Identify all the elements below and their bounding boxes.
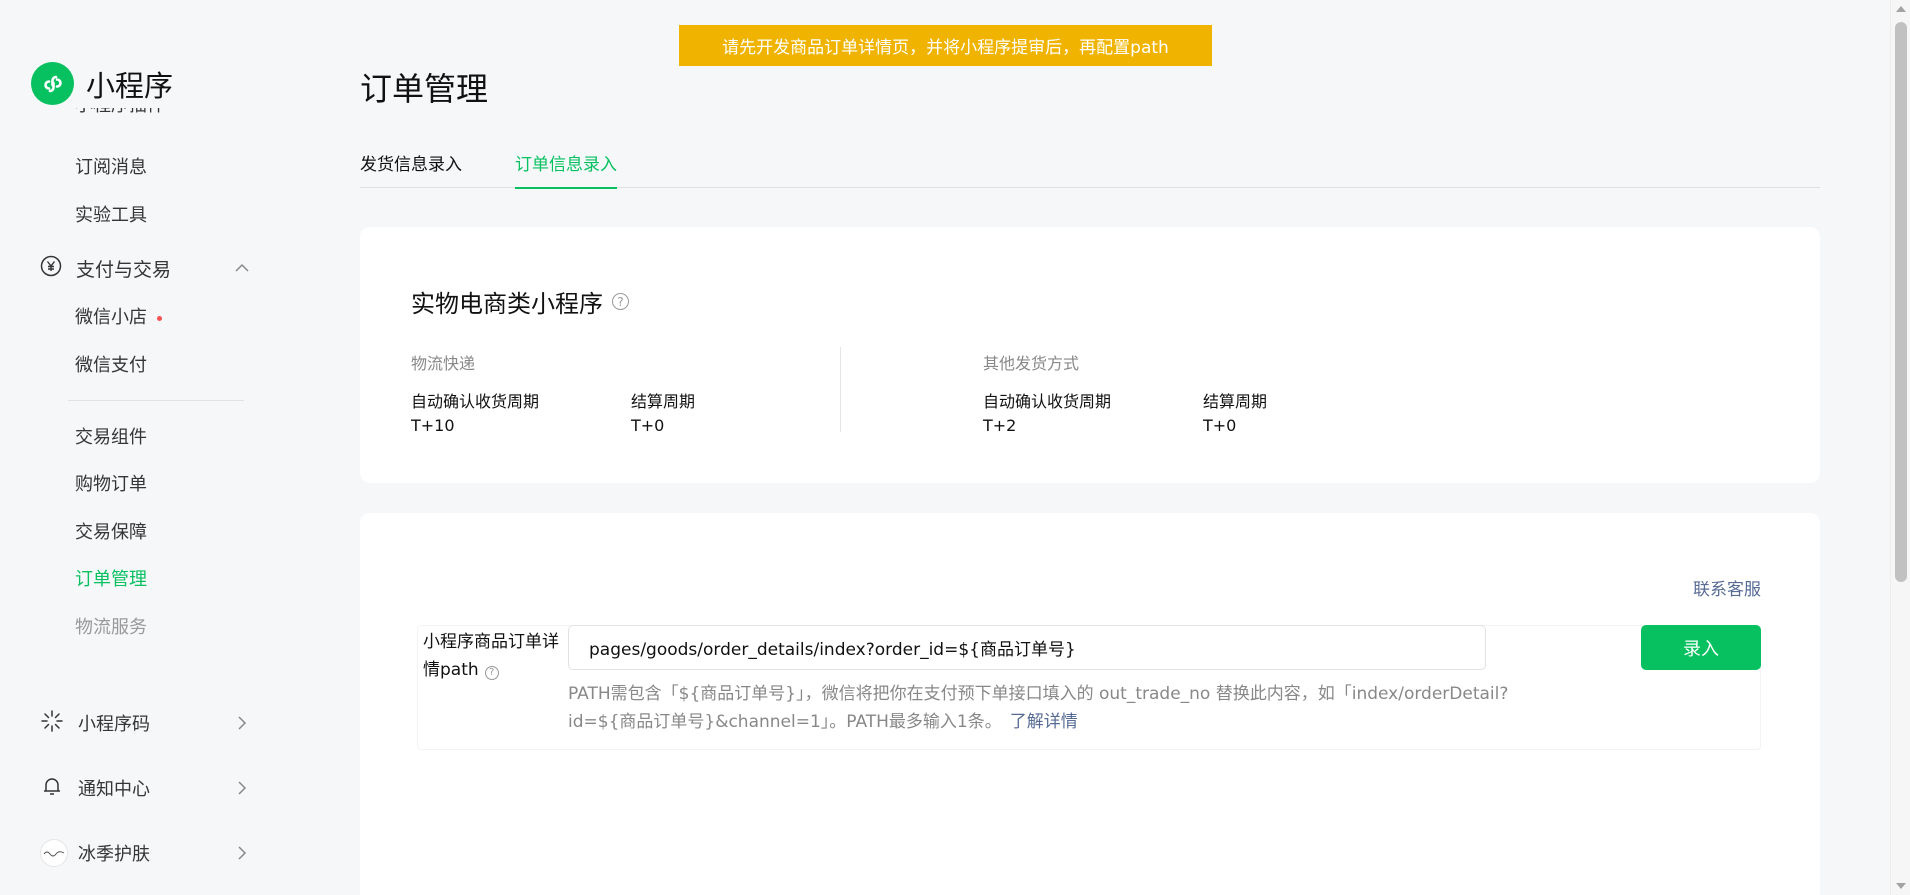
order-path-input[interactable] [568, 625, 1486, 670]
path-help-text: PATH需包含「${商品订单号}」，微信将把你在支付预下单接口填入的 out_t… [568, 680, 1568, 736]
learn-more-link[interactable]: 了解详情 [1010, 712, 1078, 732]
account-name: 冰季护肤 [78, 844, 150, 865]
shipping-column-express: 物流快递 自动确认收货周期 T+10 结算周期 T+0 [411, 350, 851, 435]
column-divider [840, 347, 841, 432]
sidebar-item-logistics[interactable]: 物流服务 [75, 614, 147, 642]
contact-support-link[interactable]: 联系客服 [1693, 575, 1761, 600]
sidebar-item-subscribe-message[interactable]: 订阅消息 [75, 154, 147, 182]
sidebar-item-lab-tools[interactable]: 实验工具 [75, 202, 147, 230]
top-notice-banner: 请先开发商品订单详情页，并将小程序提审后，再配置path [679, 25, 1212, 66]
sidebar-item-notifications[interactable]: 通知中心 [40, 770, 250, 806]
question-icon[interactable]: ? [484, 666, 499, 680]
sidebar-item-plugin[interactable]: 小程序插件 [75, 108, 165, 120]
tab-bar: 发货信息录入 订单信息录入 [360, 142, 1820, 189]
field-value: T+10 [411, 416, 455, 435]
field-value: T+0 [631, 416, 665, 435]
sidebar-item-wechat-shop[interactable]: 微信小店 [75, 304, 162, 332]
scroll-down-arrow-icon[interactable] [1896, 883, 1906, 889]
order-path-card: 联系客服 小程序商品订单详情path? 录入 PATH需包含「${商品订单号}」… [360, 513, 1820, 895]
chevron-right-icon [234, 715, 250, 735]
tab-order-info[interactable]: 订单信息录入 [515, 150, 617, 189]
qrcode-icon [40, 709, 64, 737]
shipping-column-other: 其他发货方式 自动确认收货周期 T+2 结算周期 T+0 [983, 350, 1423, 435]
field-label: 自动确认收货周期 [983, 392, 1112, 411]
sidebar-item-shopping-orders[interactable]: 购物订单 [75, 471, 147, 499]
bell-icon [40, 774, 64, 802]
brand-name: 小程序 [86, 68, 174, 103]
field-settlement: 结算周期 T+0 [1203, 388, 1423, 435]
page-title: 订单管理 [360, 70, 489, 108]
sidebar-item-account[interactable]: 冰季护肤 [40, 835, 250, 871]
submit-button[interactable]: 录入 [1641, 625, 1761, 670]
card-title: 实物电商类小程序 ? [411, 284, 629, 319]
column-header: 物流快递 [411, 354, 476, 373]
sidebar-item-trade-component[interactable]: 交易组件 [75, 424, 147, 452]
column-header: 其他发货方式 [983, 354, 1080, 373]
field-label: 自动确认收货周期 [411, 392, 540, 411]
tab-shipping-info[interactable]: 发货信息录入 [360, 150, 462, 188]
scroll-thumb[interactable] [1895, 22, 1907, 582]
chevron-right-icon [234, 845, 250, 865]
sidebar-item-label: 小程序码 [78, 714, 150, 735]
sidebar-item-trade-guarantee[interactable]: 交易保障 [75, 519, 147, 547]
shipping-info-card: 实物电商类小程序 ? 物流快递 自动确认收货周期 T+10 结算周期 T+0 其… [360, 227, 1820, 483]
chevron-up-icon [234, 260, 250, 280]
field-settlement: 结算周期 T+0 [631, 388, 851, 435]
sidebar-item-wechat-pay[interactable]: 微信支付 [75, 352, 147, 380]
path-field-label: 小程序商品订单详情path? [423, 628, 563, 684]
yuan-circle-icon [40, 255, 62, 281]
sidebar-group-payment[interactable]: 支付与交易 [40, 252, 250, 284]
sidebar-item-order-management[interactable]: 订单管理 [75, 566, 147, 594]
miniprogram-logo-icon [31, 62, 74, 105]
chevron-right-icon [234, 780, 250, 800]
scroll-up-arrow-icon[interactable] [1896, 6, 1906, 12]
field-auto-confirm: 自动确认收货周期 T+10 [411, 388, 631, 435]
sidebar-item-qrcode[interactable]: 小程序码 [40, 705, 250, 741]
field-label: 结算周期 [631, 392, 696, 411]
sidebar-item-label: 微信小店 [75, 307, 147, 328]
sidebar-nav: 小程序插件 订阅消息 实验工具 支付与交易 微信小店 微信支付 交易组件 购物订… [0, 108, 285, 668]
field-label: 结算周期 [1203, 392, 1268, 411]
question-icon[interactable]: ? [612, 293, 629, 310]
new-badge-dot [157, 315, 162, 321]
card-title-text: 实物电商类小程序 [411, 290, 603, 318]
sidebar: 小程序 小程序插件 订阅消息 实验工具 支付与交易 微信小店 微信支付 交易组件… [0, 0, 285, 895]
page-scrollbar[interactable] [1890, 0, 1910, 895]
sidebar-divider [68, 400, 244, 401]
sidebar-group-payment-label: 支付与交易 [76, 258, 172, 281]
brand[interactable]: 小程序 [31, 62, 173, 105]
field-value: T+2 [983, 416, 1017, 435]
avatar [40, 839, 68, 867]
field-value: T+0 [1203, 416, 1237, 435]
sidebar-item-label: 通知中心 [78, 779, 150, 800]
field-auto-confirm: 自动确认收货周期 T+2 [983, 388, 1203, 435]
